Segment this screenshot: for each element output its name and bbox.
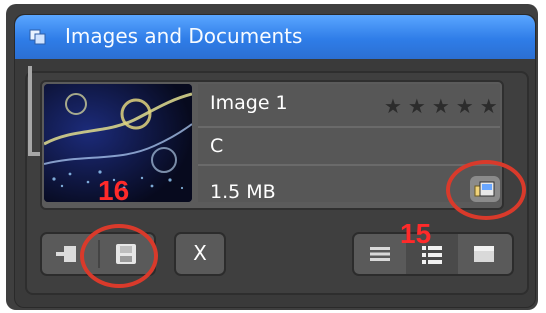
view-list-button[interactable] — [354, 234, 406, 274]
document-subtitle: C — [210, 135, 224, 157]
document-name: Image 1 — [210, 92, 288, 114]
view-thumbnails-button[interactable] — [458, 234, 510, 274]
close-label: X — [193, 241, 207, 265]
document-size: 1.5 MB — [210, 181, 276, 203]
rating-stars[interactable]: ★★★★★ — [384, 94, 504, 118]
panel-title: Images and Documents — [65, 24, 303, 48]
thumbnail-view-icon — [474, 246, 494, 262]
annotation-number-15: 15 — [400, 218, 432, 249]
view-mode-toggle — [352, 232, 514, 276]
close-document-button[interactable]: X — [174, 232, 226, 276]
panel-title-bar[interactable]: Images and Documents — [15, 15, 535, 59]
annotation-circle-save — [80, 224, 158, 288]
documents-icon — [29, 29, 46, 45]
annotation-circle-folder — [446, 160, 526, 220]
list-view-icon — [370, 247, 390, 261]
annotation-number-16: 16 — [98, 175, 130, 206]
info-separator — [198, 164, 500, 166]
info-separator — [198, 126, 500, 128]
